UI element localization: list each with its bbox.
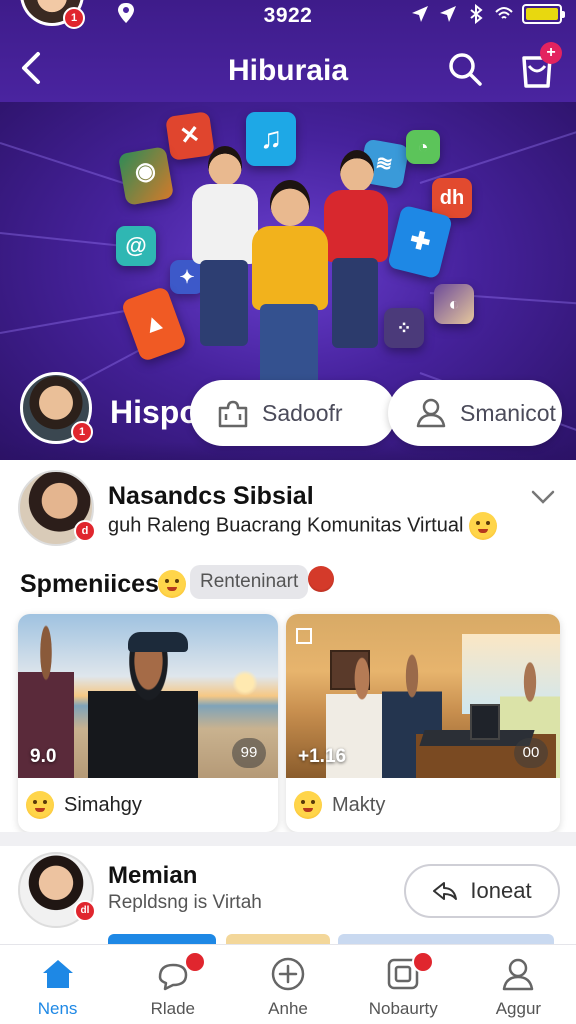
profile-icon — [503, 958, 534, 991]
card-count: 99 — [232, 738, 266, 768]
hero-profile-avatar[interactable]: 1 — [20, 372, 93, 444]
section-tag[interactable]: Renteninart — [190, 565, 309, 599]
group-avatar: d — [18, 470, 96, 546]
section-divider — [0, 832, 576, 846]
location-arrow-icon — [440, 6, 456, 22]
smile-emoji-icon — [158, 570, 186, 598]
play-tile-icon: ▲ — [120, 285, 188, 363]
member-row[interactable]: dl Memian Repldsng is Virtah Ioneat — [0, 846, 576, 944]
sadoofr-label: Sadoofr — [262, 399, 343, 426]
card-views: +1.16 — [298, 746, 347, 767]
card-footer: Makty — [286, 778, 560, 832]
top-header: 1 3922 Hiburaia + — [0, 0, 576, 102]
bluetooth-icon — [470, 4, 483, 24]
puzzle-icon — [218, 400, 248, 428]
section-title: Spmeniices — [20, 570, 159, 598]
nav-label: Aggur — [495, 999, 542, 1018]
share-label: Ioneat — [470, 878, 532, 903]
smile-emoji-icon — [26, 791, 54, 819]
nav-bar: Hiburaia + — [0, 36, 576, 102]
smile-emoji-icon — [294, 791, 322, 819]
nav-label: Anhe — [268, 999, 308, 1018]
battery-icon — [522, 4, 565, 24]
notification-dot — [412, 951, 435, 973]
nav-home[interactable]: Nens — [0, 945, 115, 1024]
nav-label: Nobaurty — [368, 999, 438, 1018]
at-sign-icon: @ — [116, 226, 156, 266]
plus-circle-icon — [271, 957, 305, 991]
wifi-icon — [495, 7, 513, 19]
member-badge: dl — [74, 900, 96, 922]
text-tile-icon: dh — [432, 178, 472, 218]
content-card[interactable]: +1.16 00 Makty — [286, 614, 560, 832]
nav-label: Nens — [37, 999, 78, 1018]
status-icons — [410, 4, 565, 24]
group-name: Nasandcs Sibsial — [108, 482, 314, 510]
profile-badge: 1 — [71, 421, 93, 443]
card-footer: Simahgy — [18, 778, 278, 832]
card-views: 9.0 — [30, 746, 57, 767]
page-title: Hiburaia — [227, 54, 349, 87]
status-bar: 1 3922 — [0, 0, 576, 30]
member-subtitle: Repldsng is Virtah — [108, 892, 262, 913]
smanicot-button[interactable]: Smanicot — [388, 380, 562, 446]
shopping-bag-button[interactable]: + — [516, 42, 562, 90]
photo-tile-icon: ◉ — [117, 146, 175, 206]
card-name: Makty — [332, 793, 386, 816]
search-icon[interactable] — [446, 50, 484, 88]
photo-tile-icon: ◐ — [434, 284, 474, 324]
nav-add[interactable]: Anhe — [230, 945, 345, 1024]
bag-badge: + — [540, 42, 562, 64]
card-name: Simahgy — [64, 793, 142, 816]
group-row[interactable]: d Nasandcs Sibsial guh Raleng Buacrang K… — [0, 460, 576, 556]
content-card[interactable]: 9.0 99 Simahgy — [18, 614, 278, 832]
member-name: Memian — [108, 862, 198, 889]
share-button[interactable]: Ioneat — [404, 864, 560, 918]
share-arrow-icon — [433, 882, 458, 900]
nav-profile[interactable]: Aggur — [461, 945, 576, 1024]
chevron-down-icon[interactable] — [530, 486, 556, 508]
group-description: guh Raleng Buacrang Komunitas Virtual — [108, 512, 497, 540]
smile-emoji-icon — [468, 512, 497, 540]
hero-profile-label: Hispo — [110, 394, 199, 430]
home-icon — [42, 960, 73, 988]
red-emoji-icon — [308, 566, 334, 592]
notification-dot — [184, 951, 207, 973]
member-avatar: dl — [18, 852, 96, 928]
sadoofr-button[interactable]: Sadoofr — [190, 380, 396, 446]
nav-chat[interactable]: Rlade — [115, 945, 230, 1024]
user-icon — [416, 398, 446, 428]
navigation-icon — [412, 6, 428, 22]
bottom-nav: Nens Rlade Anhe Nobaurty Aggur — [0, 944, 576, 1024]
nav-notifications[interactable]: Nobaurty — [346, 945, 461, 1024]
card-count: 00 — [514, 738, 548, 768]
smanicot-label: Smanicot — [460, 399, 556, 426]
group-badge: d — [74, 520, 96, 542]
nav-label: Rlade — [150, 999, 196, 1018]
chat-bubble-icon: ◔ — [406, 130, 440, 164]
